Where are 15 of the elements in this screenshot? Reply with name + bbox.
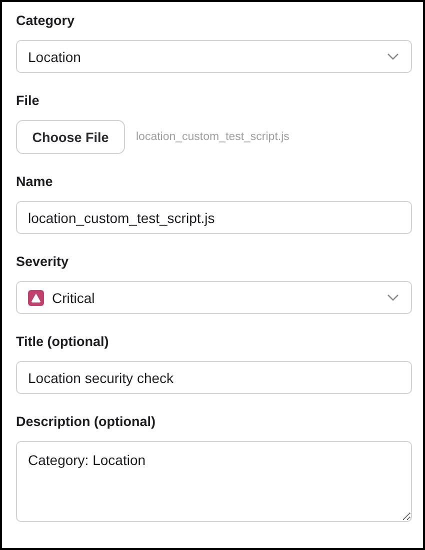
select-field[interactable]: Critical — [16, 281, 412, 314]
select-field[interactable]: Location — [16, 40, 412, 73]
field-label: Severity — [16, 253, 69, 270]
chevron-down-icon — [387, 294, 399, 301]
file-name: location_custom_test_script.js — [136, 131, 290, 143]
choose-file-button[interactable]: Choose File — [16, 120, 125, 154]
field-label: Category — [16, 12, 75, 29]
chevron-down-icon — [387, 53, 399, 60]
input-field[interactable]: location_custom_test_script.js — [16, 201, 412, 234]
input-field[interactable]: Location security check — [16, 361, 412, 394]
field-label: Title (optional) — [16, 333, 109, 350]
field-label: Name — [16, 173, 53, 190]
field-label: File — [16, 92, 40, 109]
textarea-field[interactable]: Category: Location — [16, 441, 412, 522]
field-label: Description (optional) — [16, 413, 156, 430]
